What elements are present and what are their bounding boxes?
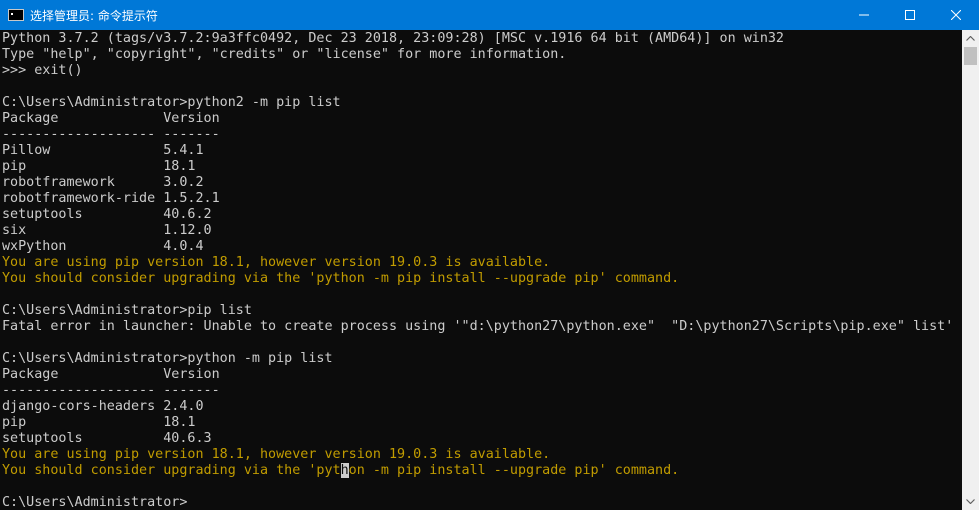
console-line: wxPython 4.0.4 [2, 239, 204, 254]
maximize-button[interactable] [887, 0, 933, 30]
minimize-icon [859, 14, 869, 16]
minimize-button[interactable] [841, 0, 887, 30]
console-line: Package Version [2, 111, 220, 126]
console-line: >>> exit() [2, 63, 83, 78]
console-line: Type "help", "copyright", "credits" or "… [2, 47, 567, 62]
console-line: You should consider upgrading via the 'p… [2, 271, 680, 286]
command-prompt-window: 选择管理员: 命令提示符 Python 3.7.2 (tags/v3.7.2:9… [0, 0, 979, 510]
window-title: 选择管理员: 命令提示符 [30, 8, 158, 23]
console-cursor: h [340, 463, 349, 478]
console-text: You should consider upgrading via the 'p… [2, 463, 341, 478]
console-line: You are using pip version 18.1, however … [2, 447, 551, 462]
scroll-up-arrow[interactable] [962, 30, 979, 47]
maximize-icon [905, 10, 915, 20]
scrollbar-thumb[interactable] [964, 47, 977, 65]
console-line: C:\Users\Administrator>python2 -m pip li… [2, 95, 341, 110]
close-button[interactable] [933, 0, 979, 30]
console-line: You are using pip version 18.1, however … [2, 255, 551, 270]
console-line: robotframework 3.0.2 [2, 175, 204, 190]
chevron-up-icon [966, 36, 975, 41]
console-line: pip 18.1 [2, 415, 196, 430]
console-line: Package Version [2, 367, 220, 382]
close-icon [951, 10, 961, 20]
console-line: You should consider upgrading via the 'p… [2, 463, 679, 479]
console-line: six 1.12.0 [2, 223, 212, 238]
console-line: Python 3.7.2 (tags/v3.7.2:9a3ffc0492, De… [2, 31, 784, 46]
console-line: django-cors-headers 2.4.0 [2, 399, 204, 414]
title-bar[interactable]: 选择管理员: 命令提示符 [0, 0, 979, 30]
console-text: on -m pip install --upgrade pip' command… [348, 463, 680, 478]
console-line: Fatal error in launcher: Unable to creat… [2, 319, 954, 334]
console-output[interactable]: Python 3.7.2 (tags/v3.7.2:9a3ffc0492, De… [0, 30, 962, 510]
console-line: C:\Users\Administrator> [2, 495, 188, 510]
chevron-down-icon [966, 499, 975, 504]
console-line: setuptools 40.6.3 [2, 431, 212, 446]
console-line: setuptools 40.6.2 [2, 207, 212, 222]
console-line: C:\Users\Administrator>python -m pip lis… [2, 351, 333, 366]
scroll-down-arrow[interactable] [962, 493, 979, 510]
console-line: pip 18.1 [2, 159, 196, 174]
console-line: Pillow 5.4.1 [2, 143, 204, 158]
console-app-icon [8, 9, 24, 21]
console-line: C:\Users\Administrator>pip list [2, 303, 252, 318]
console-line: ------------------- ------- [2, 127, 220, 142]
console-line: ------------------- ------- [2, 383, 220, 398]
vertical-scrollbar[interactable] [962, 30, 979, 510]
console-line: robotframework-ride 1.5.2.1 [2, 191, 220, 206]
